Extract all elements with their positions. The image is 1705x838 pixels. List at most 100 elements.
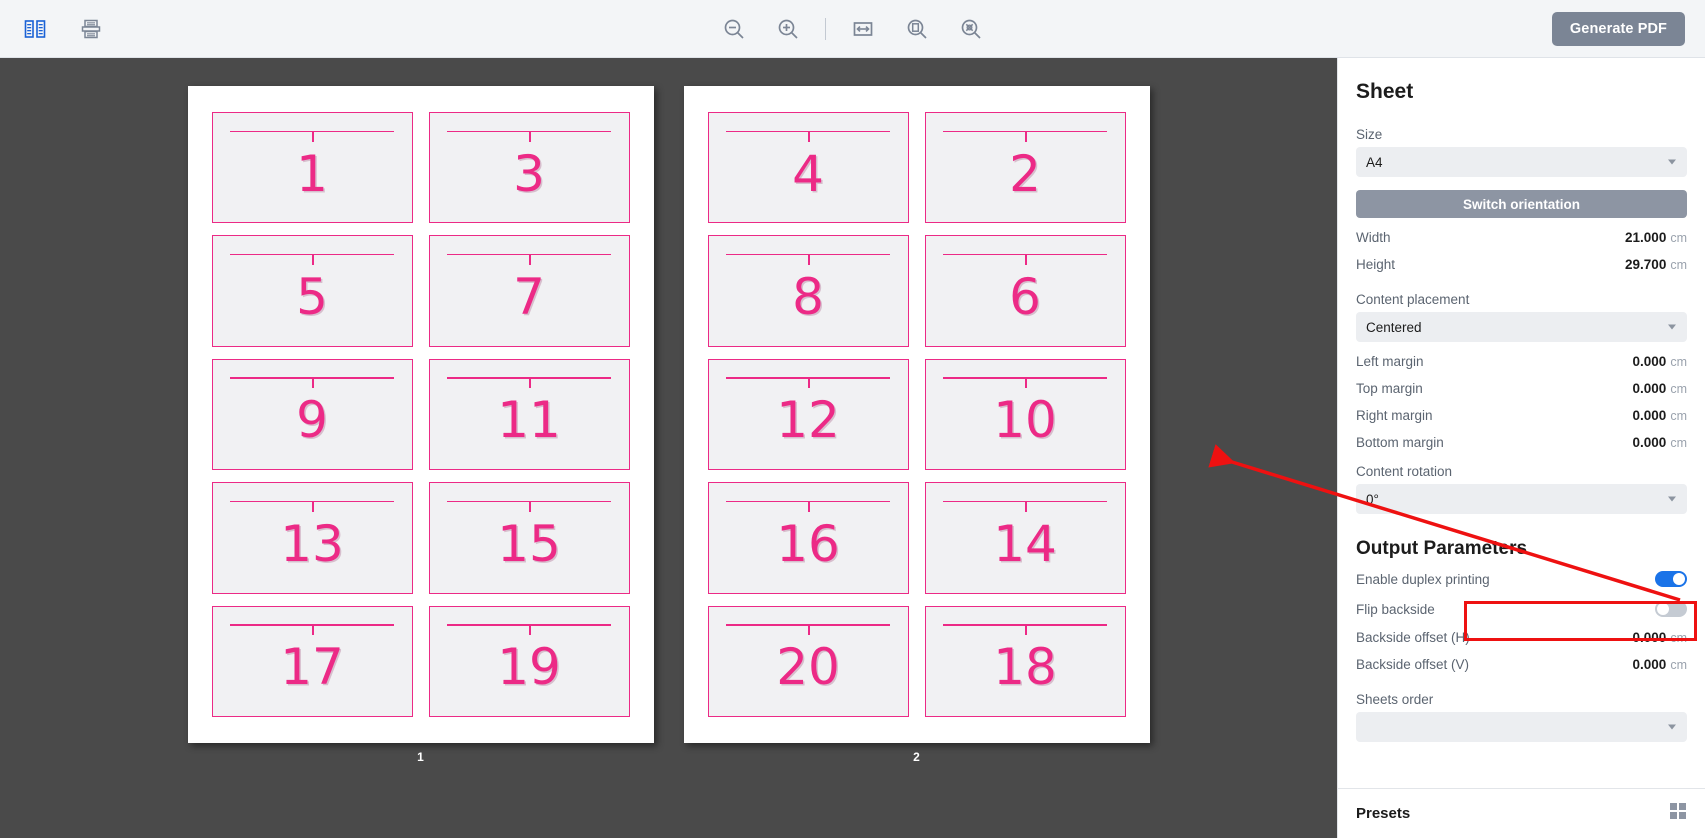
imposed-card[interactable]: 15 xyxy=(428,482,630,594)
card-number: 8 xyxy=(792,268,824,327)
imposed-card[interactable]: 16 xyxy=(707,482,909,594)
flip-backside-row[interactable]: Flip backside xyxy=(1356,594,1687,624)
imposed-card[interactable]: 10 xyxy=(924,358,1126,471)
width-unit: cm xyxy=(1670,231,1687,245)
top-margin-value-group: 0.000 cm xyxy=(1633,381,1687,396)
imposed-card[interactable]: 9 xyxy=(211,358,413,471)
content-placement-value: Centered xyxy=(1366,319,1422,335)
card-tick-mark xyxy=(1025,624,1027,636)
imposed-card[interactable]: 7 xyxy=(428,235,630,347)
card-tick-mark xyxy=(529,130,531,142)
card-number: 13 xyxy=(280,514,344,573)
imposed-card[interactable]: 19 xyxy=(428,605,630,717)
imposed-card[interactable]: 12 xyxy=(707,358,909,471)
card-number: 14 xyxy=(993,514,1057,573)
card-tick-mark xyxy=(1025,500,1027,512)
zoom-out-icon[interactable] xyxy=(717,12,751,46)
card-number: 16 xyxy=(776,514,840,573)
fit-width-icon[interactable] xyxy=(846,12,880,46)
imposed-card[interactable]: 1 xyxy=(211,112,413,224)
sheet-preview[interactable]: 1 3 5 7 9 11 13 15 17 19 1 xyxy=(187,86,654,764)
bottom-margin-label: Bottom margin xyxy=(1356,435,1444,450)
card-number: 3 xyxy=(513,144,545,203)
card-tick-mark xyxy=(529,500,531,512)
left-margin-row: Left margin 0.000 cm xyxy=(1356,348,1687,375)
backside-offset-h-label: Backside offset (H) xyxy=(1356,630,1470,645)
imposed-card[interactable]: 3 xyxy=(428,112,630,224)
height-value-group: 29.700 cm xyxy=(1625,257,1687,272)
content-rotation-label: Content rotation xyxy=(1356,464,1453,479)
imposed-card[interactable]: 4 xyxy=(707,112,909,224)
imposed-card[interactable]: 6 xyxy=(924,235,1126,347)
imposed-card[interactable]: 5 xyxy=(211,235,413,347)
card-number: 9 xyxy=(296,391,328,450)
backside-offset-h-value: 0.000 xyxy=(1632,630,1667,645)
fit-page-icon[interactable] xyxy=(900,12,934,46)
toggle-knob xyxy=(1673,573,1685,585)
bottom-margin-unit: cm xyxy=(1670,436,1687,450)
imposed-card[interactable]: 11 xyxy=(428,358,630,471)
backside-offset-h-row: Backside offset (H) 0.000 cm xyxy=(1356,624,1687,651)
card-tick-mark xyxy=(808,253,810,265)
height-row: Height 29.700 cm xyxy=(1356,251,1687,278)
panel-content: Sheet Size A4 Switch orientation Width 2… xyxy=(1338,58,1705,788)
card-tick-mark xyxy=(529,377,531,389)
imposed-card[interactable]: 13 xyxy=(211,482,413,594)
card-tick-mark xyxy=(1025,377,1027,389)
card-number: 12 xyxy=(776,391,840,450)
backside-offset-v-value: 0.000 xyxy=(1632,657,1667,672)
preview-canvas[interactable]: 1 3 5 7 9 11 13 15 17 19 1 4 2 8 6 12 10 16 14 20 18 2 xyxy=(0,58,1337,838)
enable-duplex-printing-row[interactable]: Enable duplex printing xyxy=(1356,564,1687,594)
imposed-card[interactable]: 18 xyxy=(924,605,1126,717)
width-row: Width 21.000 cm xyxy=(1356,224,1687,251)
bottom-margin-value-group: 0.000 cm xyxy=(1633,435,1687,450)
save-icon[interactable] xyxy=(74,12,108,46)
spread-view-icon[interactable] xyxy=(18,12,52,46)
card-number: 20 xyxy=(776,638,840,697)
sheet-page[interactable]: 4 2 8 6 12 10 16 14 20 18 xyxy=(683,86,1150,743)
content-rotation-select[interactable]: 0° xyxy=(1356,484,1687,514)
card-tick-mark xyxy=(312,377,314,389)
height-label: Height xyxy=(1356,257,1396,272)
size-select-value: A4 xyxy=(1366,154,1383,170)
imposed-card[interactable]: 20 xyxy=(707,605,909,717)
card-tick-mark xyxy=(1025,130,1027,142)
left-margin-value: 0.000 xyxy=(1632,354,1667,369)
size-select[interactable]: A4 xyxy=(1356,147,1687,177)
sheets-order-select[interactable] xyxy=(1356,712,1687,742)
card-tick-mark xyxy=(808,377,810,389)
chevron-down-icon xyxy=(1668,496,1676,502)
enable-duplex-printing-label: Enable duplex printing xyxy=(1356,571,1490,587)
enable-duplex-printing-toggle[interactable] xyxy=(1655,571,1687,587)
card-tick-mark xyxy=(312,130,314,142)
backside-offset-v-row: Backside offset (V) 0.000 cm xyxy=(1356,651,1687,678)
sheet-preview[interactable]: 4 2 8 6 12 10 16 14 20 18 2 xyxy=(683,86,1150,764)
imposed-card[interactable]: 17 xyxy=(211,605,413,717)
top-margin-value: 0.000 xyxy=(1632,381,1667,396)
card-tick-mark xyxy=(312,500,314,512)
chevron-down-icon xyxy=(1668,159,1676,165)
switch-orientation-button[interactable]: Switch orientation xyxy=(1356,190,1687,218)
content-placement-label: Content placement xyxy=(1356,292,1470,307)
presets-label: Presets xyxy=(1356,805,1411,822)
presets-grid-icon[interactable] xyxy=(1669,802,1687,825)
generate-pdf-button[interactable]: Generate PDF xyxy=(1551,11,1685,46)
top-toolbar: Generate PDF xyxy=(0,0,1705,58)
bottom-margin-row: Bottom margin 0.000 cm xyxy=(1356,429,1687,456)
content-placement-select[interactable]: Centered xyxy=(1356,312,1687,342)
sheet-number-label: 2 xyxy=(913,750,920,764)
imposed-card[interactable]: 2 xyxy=(924,112,1126,224)
imposed-card[interactable]: 14 xyxy=(924,482,1126,594)
right-margin-value: 0.000 xyxy=(1632,408,1667,423)
card-tick-mark xyxy=(312,253,314,265)
left-margin-label: Left margin xyxy=(1356,354,1424,369)
toggle-knob xyxy=(1657,603,1669,615)
presets-footer: Presets xyxy=(1338,788,1705,838)
fit-all-icon[interactable] xyxy=(954,12,988,46)
sheet-page[interactable]: 1 3 5 7 9 11 13 15 17 19 xyxy=(187,86,654,743)
imposed-card[interactable]: 8 xyxy=(707,235,909,347)
card-number: 6 xyxy=(1009,268,1041,327)
backside-offset-h-value-group: 0.000 cm xyxy=(1633,630,1687,645)
zoom-in-icon[interactable] xyxy=(771,12,805,46)
flip-backside-toggle[interactable] xyxy=(1655,601,1687,617)
